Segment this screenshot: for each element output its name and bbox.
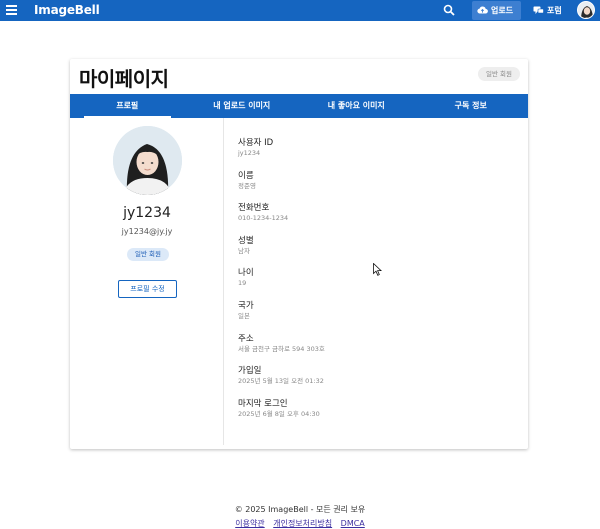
- field-value: 19: [238, 279, 247, 288]
- field-joined-date: 가입일 2025년 5월 13일 오전 01:32: [238, 366, 518, 399]
- forum-button-label: 포럼: [547, 6, 562, 15]
- profile-details: 사용자 ID jy1234 이름 정준영 전화번호 010-1234-1234 …: [238, 138, 518, 431]
- profile-photo: [113, 126, 182, 195]
- field-user-id: 사용자 ID jy1234: [238, 138, 518, 171]
- field-value: 서울 금천구 금하로 594 303호: [238, 344, 325, 353]
- field-address: 주소 서울 금천구 금하로 594 303호: [238, 334, 518, 367]
- tab-profile[interactable]: 프로필: [70, 94, 185, 118]
- avatar-photo: [578, 2, 594, 18]
- footer-links: 이용약관 개인정보처리방침 DMCA: [0, 518, 600, 529]
- user-avatar[interactable]: [577, 1, 595, 19]
- mouse-cursor-icon: [373, 263, 382, 276]
- tab-my-likes[interactable]: 내 좋아요 이미지: [299, 94, 414, 118]
- field-value: 2025년 5월 13일 오전 01:32: [238, 377, 324, 386]
- field-phone: 전화번호 010-1234-1234: [238, 203, 518, 236]
- tab-subscription[interactable]: 구독 정보: [414, 94, 529, 118]
- footer-copyright: © 2025 ImageBell - 모든 권리 보유: [234, 505, 366, 514]
- field-last-login: 마지막 로그인 2025년 6월 8일 오후 04:30: [238, 399, 518, 432]
- forum-icon: [533, 6, 544, 14]
- menu-icon[interactable]: [6, 5, 17, 15]
- field-label: 가입일: [238, 366, 262, 377]
- forum-button[interactable]: 포럼: [531, 1, 565, 20]
- field-label: 이름: [238, 170, 254, 181]
- brand-logo[interactable]: ImageBell: [34, 3, 100, 17]
- search-icon[interactable]: [443, 4, 455, 16]
- tab-my-uploads[interactable]: 내 업로드 이미지: [185, 94, 300, 118]
- field-name: 이름 정준영: [238, 171, 518, 204]
- edit-profile-button[interactable]: 프로필 수정: [118, 280, 177, 298]
- field-label: 마지막 로그인: [238, 398, 288, 409]
- profile-summary: jy1234 jy1234@jy.jy 일반 회원 프로필 수정: [70, 118, 224, 445]
- field-country: 국가 일본: [238, 301, 518, 334]
- field-label: 사용자 ID: [238, 138, 274, 148]
- upload-button-label: 업로드: [491, 6, 514, 15]
- field-label: 국가: [238, 300, 254, 311]
- profile-email: jy1234@jy.jy: [121, 227, 173, 236]
- upload-button[interactable]: 업로드: [472, 1, 521, 20]
- field-value: 정준영: [238, 181, 256, 190]
- profile-photo-image: [113, 126, 182, 195]
- tab-bar: 프로필 내 업로드 이미지 내 좋아요 이미지 구독 정보: [70, 94, 528, 118]
- field-value: 남자: [238, 246, 250, 255]
- top-navbar: ImageBell 업로드 포럼: [0, 0, 600, 21]
- mypage-card: 마이페이지 일반 회원 프로필 내 업로드 이미지 내 좋아요 이미지 구독 정…: [70, 59, 528, 449]
- cloud-upload-icon: [477, 6, 488, 14]
- field-label: 성별: [238, 235, 254, 246]
- membership-badge: 일반 회원: [127, 248, 169, 261]
- field-value: 2025년 6월 8일 오후 04:30: [238, 409, 320, 418]
- field-label: 주소: [238, 333, 254, 344]
- profile-username: jy1234: [123, 205, 171, 221]
- field-value: jy1234: [238, 149, 261, 157]
- field-value: 010-1234-1234: [238, 214, 289, 223]
- field-value: 일본: [238, 311, 250, 320]
- membership-badge-header: 일반 회원: [478, 67, 520, 81]
- page-title: 마이페이지: [79, 67, 169, 91]
- field-label: 전화번호: [238, 203, 270, 214]
